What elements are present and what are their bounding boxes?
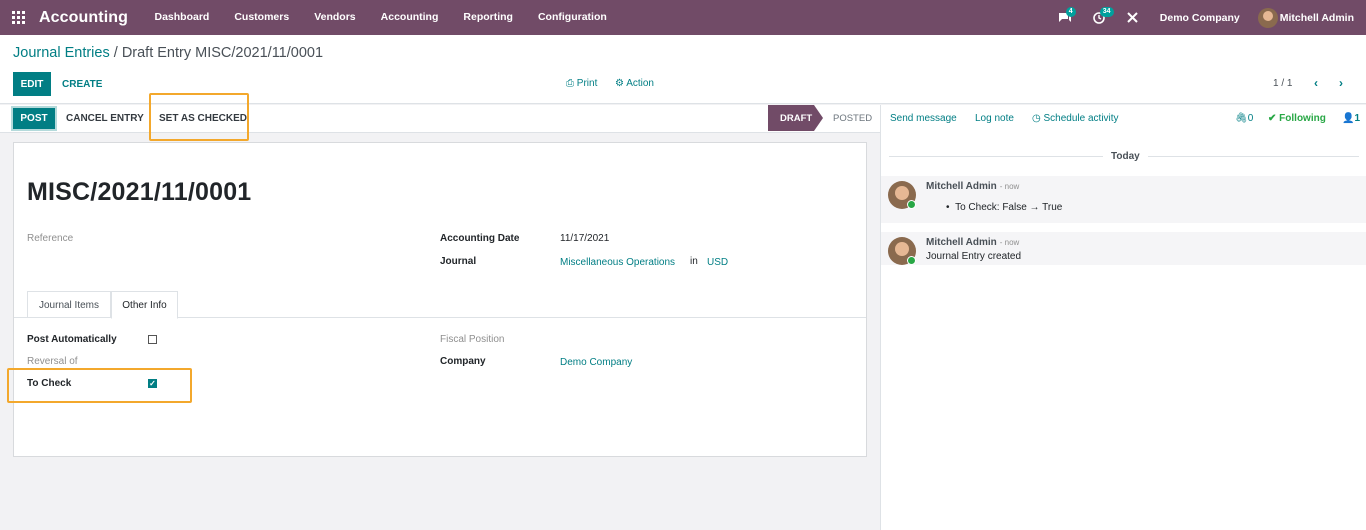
message-body: Journal Entry created <box>926 251 1022 262</box>
to-check-highlight <box>7 368 192 403</box>
gear-icon: ⚙ <box>615 78 624 89</box>
print-icon: ⎙ <box>566 78 574 89</box>
accounting-date-value[interactable]: 11/17/2021 <box>560 233 609 244</box>
set-as-checked-highlight <box>149 93 249 141</box>
followers-count: 1 <box>1354 113 1361 124</box>
breadcrumb: Journal Entries / Draft Entry MISC/2021/… <box>13 45 323 61</box>
user-icon: 👤 <box>1342 113 1355 124</box>
company-value[interactable]: Demo Company <box>560 357 632 368</box>
menu-vendors[interactable]: Vendors <box>302 0 368 35</box>
print-label: Print <box>576 78 598 89</box>
top-navbar: Accounting Dashboard Customers Vendors A… <box>0 0 1366 35</box>
message-author[interactable]: Mitchell Admin - now <box>926 181 1019 192</box>
message-author[interactable]: Mitchell Admin - now <box>926 237 1019 248</box>
send-message-button[interactable]: Send message <box>890 113 957 124</box>
apps-menu-icon[interactable] <box>0 0 36 35</box>
pager-previous-icon[interactable]: ‹ <box>1314 76 1318 90</box>
breadcrumb-journal-entries[interactable]: Journal Entries <box>13 45 110 61</box>
messages-button[interactable]: 4 <box>1054 0 1076 35</box>
clock-icon: ◷ <box>1032 113 1041 124</box>
followers-button[interactable]: 👤1 <box>1342 113 1360 124</box>
tab-journal-items[interactable]: Journal Items <box>27 291 111 318</box>
journal-value[interactable]: Miscellaneous Operations <box>560 257 675 268</box>
form-sheet: MISC/2021/11/0001 Reference Accounting D… <box>13 142 867 457</box>
user-name: Mitchell Admin <box>1279 11 1354 24</box>
currency-value[interactable]: USD <box>707 257 728 268</box>
online-status-icon <box>907 200 916 209</box>
company-label: Company <box>440 356 486 367</box>
bullet-icon: • <box>946 202 950 213</box>
following-label: Following <box>1279 113 1326 124</box>
action-label: Action <box>626 78 654 89</box>
post-button[interactable]: POST <box>13 108 55 129</box>
messages-badge: 4 <box>1065 7 1076 17</box>
status-bar: POST CANCEL ENTRY SET AS CHECKED DRAFT P… <box>0 105 880 133</box>
menu-customers[interactable]: Customers <box>222 0 302 35</box>
online-status-icon <box>907 256 916 265</box>
cancel-entry-button[interactable]: CANCEL ENTRY <box>66 113 144 124</box>
reversal-of-label: Reversal of <box>27 356 78 367</box>
pager-next-icon[interactable]: › <box>1339 76 1343 90</box>
notebook-tabs: Journal Items Other Info <box>14 291 866 319</box>
stage-posted[interactable]: POSTED <box>833 113 872 124</box>
debug-tools-button[interactable] <box>1122 0 1144 35</box>
form-view: POST CANCEL ENTRY SET AS CHECKED DRAFT P… <box>0 105 880 530</box>
print-button[interactable]: ⎙ Print <box>566 78 597 89</box>
accounting-date-label: Accounting Date <box>440 233 520 244</box>
entry-name: MISC/2021/11/0001 <box>27 178 252 206</box>
schedule-activity-label: Schedule activity <box>1043 113 1119 124</box>
post-automatically-label: Post Automatically <box>27 334 117 345</box>
edit-button[interactable]: EDIT <box>13 72 51 96</box>
day-separator: Today <box>1103 151 1148 162</box>
tracking-text: To Check: False → True <box>955 202 1063 213</box>
breadcrumb-separator: / <box>113 45 118 61</box>
attachments-button[interactable]: 🖇0 <box>1235 113 1253 124</box>
user-menu[interactable]: Mitchell Admin <box>1257 7 1354 28</box>
reference-label: Reference <box>27 233 74 244</box>
tracking-value: • To Check: False → True <box>946 202 1062 213</box>
chatter: Send message Log note ◷ Schedule activit… <box>880 105 1366 530</box>
activities-badge: 34 <box>1099 7 1114 17</box>
create-button[interactable]: CREATE <box>62 72 102 96</box>
author-name: Mitchell Admin <box>926 237 997 248</box>
check-icon: ✔ <box>1268 113 1277 124</box>
menu-dashboard[interactable]: Dashboard <box>142 0 222 35</box>
journal-in-label: in <box>690 256 698 267</box>
menu-accounting[interactable]: Accounting <box>368 0 451 35</box>
following-button[interactable]: ✔ Following <box>1268 113 1326 124</box>
action-button[interactable]: ⚙ Action <box>615 78 654 89</box>
menu-reporting[interactable]: Reporting <box>451 0 526 35</box>
stage-draft: DRAFT <box>768 105 823 131</box>
chatter-message: Mitchell Admin - now Journal Entry create… <box>881 232 1366 265</box>
activities-button[interactable]: 34 <box>1088 0 1114 35</box>
attachments-count: 0 <box>1247 113 1254 124</box>
app-name[interactable]: Accounting <box>39 9 128 27</box>
message-time: - now <box>999 238 1020 247</box>
fiscal-position-label: Fiscal Position <box>440 334 505 345</box>
breadcrumb-current: Draft Entry MISC/2021/11/0001 <box>121 45 324 61</box>
author-name: Mitchell Admin <box>926 181 997 192</box>
chatter-message: Mitchell Admin - now • To Check: False → … <box>881 176 1366 223</box>
chatter-topbar: Send message Log note ◷ Schedule activit… <box>881 105 1366 133</box>
tools-icon <box>1127 12 1138 23</box>
paperclip-icon: 🖇 <box>1235 113 1248 124</box>
log-note-button[interactable]: Log note <box>975 113 1014 124</box>
journal-label: Journal <box>440 256 477 267</box>
message-time: - now <box>999 182 1020 191</box>
tab-other-info[interactable]: Other Info <box>111 291 178 319</box>
main-menu: Dashboard Customers Vendors Accounting R… <box>142 0 619 35</box>
post-automatically-checkbox[interactable] <box>148 335 157 344</box>
user-avatar <box>1257 7 1278 28</box>
pager-value[interactable]: 1 / 1 <box>1273 78 1292 89</box>
menu-configuration[interactable]: Configuration <box>525 0 619 35</box>
schedule-activity-button[interactable]: ◷ Schedule activity <box>1032 113 1119 124</box>
company-switcher[interactable]: Demo Company <box>1160 12 1240 24</box>
